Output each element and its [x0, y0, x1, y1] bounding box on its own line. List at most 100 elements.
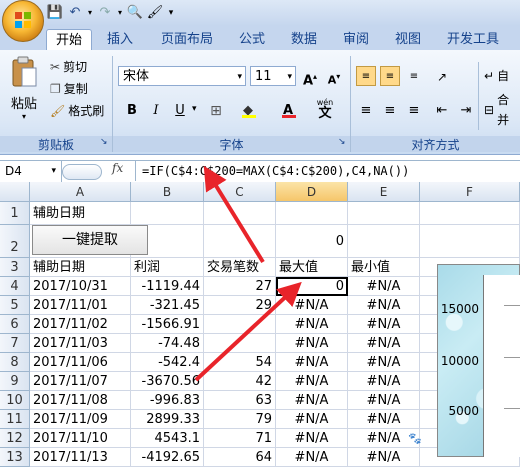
cell-b6[interactable]: -1566.91: [131, 315, 204, 334]
redo-icon[interactable]: ↷: [96, 4, 114, 22]
cell-c8[interactable]: 54: [204, 353, 276, 372]
cell-c9[interactable]: 42: [204, 372, 276, 391]
cell-b7[interactable]: -74.48: [131, 334, 204, 353]
tab-view[interactable]: 视图: [388, 29, 428, 50]
cell-e1[interactable]: [348, 202, 420, 225]
office-button[interactable]: [2, 0, 44, 42]
cell-e6[interactable]: #N/A: [348, 315, 420, 334]
row-header[interactable]: 3: [0, 258, 30, 277]
column-header-e[interactable]: E: [348, 182, 420, 202]
cell-a13[interactable]: 2017/11/13: [30, 448, 131, 467]
column-header-d[interactable]: D: [276, 182, 348, 202]
wrap-text-button[interactable]: ↵ 自: [484, 66, 509, 86]
cell-e11[interactable]: #N/A: [348, 410, 420, 429]
cell-d6[interactable]: #N/A: [276, 315, 348, 334]
tab-page-layout[interactable]: 页面布局: [154, 29, 220, 50]
align-left-icon[interactable]: ≡: [356, 100, 376, 120]
cell-c11[interactable]: 79: [204, 410, 276, 429]
formula-input[interactable]: =IF(C$4:C$200=MAX(C$4:C$200),C4,NA()): [142, 160, 409, 182]
column-header-f[interactable]: F: [420, 182, 520, 202]
cell-e13[interactable]: #N/A: [348, 448, 420, 467]
cell-e4[interactable]: #N/A: [348, 277, 420, 296]
row-header[interactable]: 13: [0, 448, 30, 467]
cell-e5[interactable]: #N/A: [348, 296, 420, 315]
cell-d4[interactable]: 0: [276, 277, 348, 296]
undo-dropdown-icon[interactable]: ▾: [86, 4, 94, 22]
cell-d1[interactable]: [276, 202, 348, 225]
row-header[interactable]: 10: [0, 391, 30, 410]
font-color-icon[interactable]: A: [278, 100, 298, 120]
font-size-box[interactable]: 11 ▾: [250, 66, 296, 86]
cell-a3[interactable]: 辅助日期: [30, 258, 131, 277]
paste-dropdown-icon[interactable]: ▾: [6, 112, 42, 121]
select-all-corner[interactable]: [0, 182, 30, 202]
cell-d5[interactable]: #N/A: [276, 296, 348, 315]
row-header[interactable]: 11: [0, 410, 30, 429]
cell-a4[interactable]: 2017/10/31: [30, 277, 131, 296]
tab-insert[interactable]: 插入: [100, 29, 140, 50]
cell-d3[interactable]: 最大值: [276, 258, 348, 277]
cell-c7[interactable]: [204, 334, 276, 353]
cell-d9[interactable]: #N/A: [276, 372, 348, 391]
undo-icon[interactable]: ↶: [66, 4, 84, 22]
cell-c5[interactable]: 29: [204, 296, 276, 315]
cell-e9[interactable]: #N/A: [348, 372, 420, 391]
cell-b3[interactable]: 利润: [131, 258, 204, 277]
column-header-b[interactable]: B: [131, 182, 204, 202]
cell-f1[interactable]: [420, 202, 520, 225]
cell-e7[interactable]: #N/A: [348, 334, 420, 353]
fill-color-icon[interactable]: ◆: [238, 100, 258, 120]
clipboard-launcher-icon[interactable]: ↘: [100, 137, 108, 147]
cell-a11[interactable]: 2017/11/09: [30, 410, 131, 429]
cell-a8[interactable]: 2017/11/06: [30, 353, 131, 372]
cell-e10[interactable]: #N/A: [348, 391, 420, 410]
italic-button[interactable]: I: [146, 100, 166, 120]
cell-c2[interactable]: [204, 225, 276, 258]
cell-b11[interactable]: 2899.33: [131, 410, 204, 429]
name-box-dropdown-icon[interactable]: ▾: [51, 160, 56, 182]
borders-icon[interactable]: ⊞: [206, 100, 226, 120]
paste-button[interactable]: 粘贴 ▾: [6, 56, 42, 132]
format-painter-icon[interactable]: 🖌: [146, 4, 164, 22]
print-preview-icon[interactable]: 🔍: [126, 4, 144, 22]
cell-c4[interactable]: 27: [204, 277, 276, 296]
cell-a12[interactable]: 2017/11/10: [30, 429, 131, 448]
top-align-icon[interactable]: ≡: [356, 66, 376, 86]
phonetic-guide-button[interactable]: wén 文: [312, 98, 338, 122]
merge-center-button[interactable]: ⊟ 合并: [484, 93, 520, 127]
cell-a6[interactable]: 2017/11/02: [30, 315, 131, 334]
cell-c10[interactable]: 63: [204, 391, 276, 410]
align-right-icon[interactable]: ≡: [404, 100, 424, 120]
copy-button[interactable]: ❐ 复制: [50, 79, 88, 99]
cell-d11[interactable]: #N/A: [276, 410, 348, 429]
cell-a7[interactable]: 2017/11/03: [30, 334, 131, 353]
row-header[interactable]: 2: [0, 225, 30, 258]
tab-data[interactable]: 数据: [284, 29, 324, 50]
cell-e8[interactable]: #N/A: [348, 353, 420, 372]
row-header[interactable]: 9: [0, 372, 30, 391]
cell-e2[interactable]: [348, 225, 420, 258]
row-header[interactable]: 12: [0, 429, 30, 448]
format-painter-button[interactable]: 🖌 格式刷: [50, 101, 104, 121]
cell-c6[interactable]: [204, 315, 276, 334]
cell-d13[interactable]: #N/A: [276, 448, 348, 467]
cell-b10[interactable]: -996.83: [131, 391, 204, 410]
row-header[interactable]: 6: [0, 315, 30, 334]
cell-e3[interactable]: 最小值: [348, 258, 420, 277]
underline-dropdown-icon[interactable]: ▾: [192, 104, 197, 114]
cell-b8[interactable]: -542.4: [131, 353, 204, 372]
tab-review[interactable]: 审阅: [336, 29, 376, 50]
tab-formulas[interactable]: 公式: [232, 29, 272, 50]
bottom-align-icon[interactable]: ≡: [404, 66, 424, 86]
name-box[interactable]: D4 ▾: [0, 160, 62, 182]
cell-b9[interactable]: -3670.56: [131, 372, 204, 391]
formula-bar-resize-handle[interactable]: [62, 164, 102, 180]
font-size-dropdown-icon[interactable]: ▾: [287, 67, 292, 87]
row-header[interactable]: 7: [0, 334, 30, 353]
tab-home[interactable]: 开始: [46, 29, 92, 51]
save-icon[interactable]: 💾: [46, 4, 64, 22]
underline-button[interactable]: U: [170, 100, 190, 120]
middle-align-icon[interactable]: ≡: [380, 66, 400, 86]
cell-a5[interactable]: 2017/11/01: [30, 296, 131, 315]
cell-a1[interactable]: 辅助日期: [30, 202, 131, 225]
